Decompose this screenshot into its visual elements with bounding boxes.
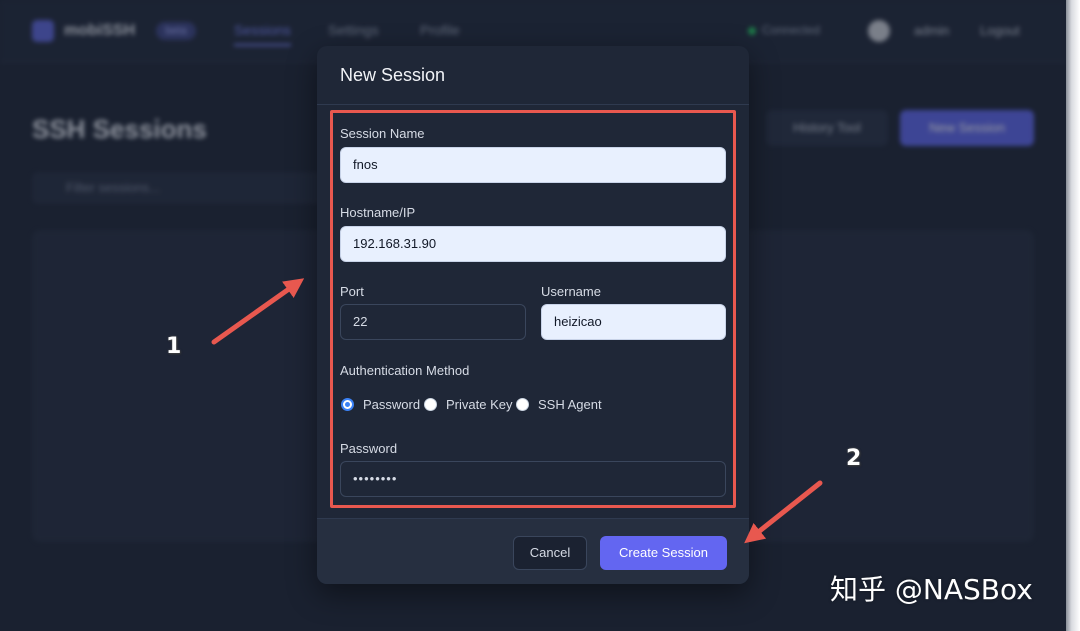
auth-private-key-radio[interactable] <box>424 398 437 411</box>
nav-settings[interactable]: Settings <box>328 22 379 38</box>
auth-private-key-label[interactable]: Private Key <box>446 397 512 412</box>
auth-password-radio[interactable] <box>341 398 354 411</box>
filter-input[interactable]: Filter sessions... <box>32 172 332 204</box>
history-button[interactable]: History Tool <box>766 110 888 146</box>
dialog-title: New Session <box>340 65 446 85</box>
auth-password-label[interactable]: Password <box>363 397 420 412</box>
brand-badge: beta <box>156 22 196 40</box>
page-title: SSH Sessions <box>32 114 207 144</box>
hostname-input[interactable]: 192.168.31.90 <box>340 226 726 262</box>
app-window: mobiSSH beta Sessions Settings Profile C… <box>0 0 1066 631</box>
watermark: 知乎 @NASBox <box>830 573 1033 606</box>
session-name-label: Session Name <box>340 126 425 141</box>
auth-ssh-agent-radio[interactable] <box>516 398 529 411</box>
create-session-button[interactable]: Create Session <box>600 536 727 570</box>
password-input[interactable]: •••••••• <box>340 461 726 497</box>
username-input[interactable]: heizicao <box>541 304 726 340</box>
connection-status: Connected <box>762 23 821 37</box>
hostname-label: Hostname/IP <box>340 205 416 220</box>
window-edge-shadow <box>1066 0 1080 631</box>
logout-link[interactable]: Logout <box>980 23 1020 38</box>
dialog-header: New Session <box>317 46 749 105</box>
session-name-input[interactable]: fnos <box>340 147 726 183</box>
cancel-button[interactable]: Cancel <box>513 536 587 570</box>
new-session-dialog: New Session Session Name fnos Hostname/I… <box>317 46 749 584</box>
annotation-marker-2: 2 <box>846 446 862 471</box>
annotation-marker-1: 1 <box>166 334 182 359</box>
port-label: Port <box>340 284 364 299</box>
status-dot-icon <box>748 27 756 35</box>
new-session-button[interactable]: New Session <box>900 110 1034 146</box>
avatar[interactable] <box>868 20 890 42</box>
dialog-footer: Cancel Create Session <box>317 518 749 584</box>
logo-icon <box>32 20 54 42</box>
username-label: Username <box>541 284 601 299</box>
user-name: admin <box>914 23 950 38</box>
port-input[interactable]: 22 <box>340 304 526 340</box>
brand-name: mobiSSH <box>64 22 136 39</box>
auth-method-label: Authentication Method <box>340 363 470 378</box>
auth-ssh-agent-label[interactable]: SSH Agent <box>538 397 602 412</box>
nav-profile[interactable]: Profile <box>420 22 460 38</box>
password-label: Password <box>340 441 398 456</box>
nav-sessions[interactable]: Sessions <box>234 22 291 46</box>
